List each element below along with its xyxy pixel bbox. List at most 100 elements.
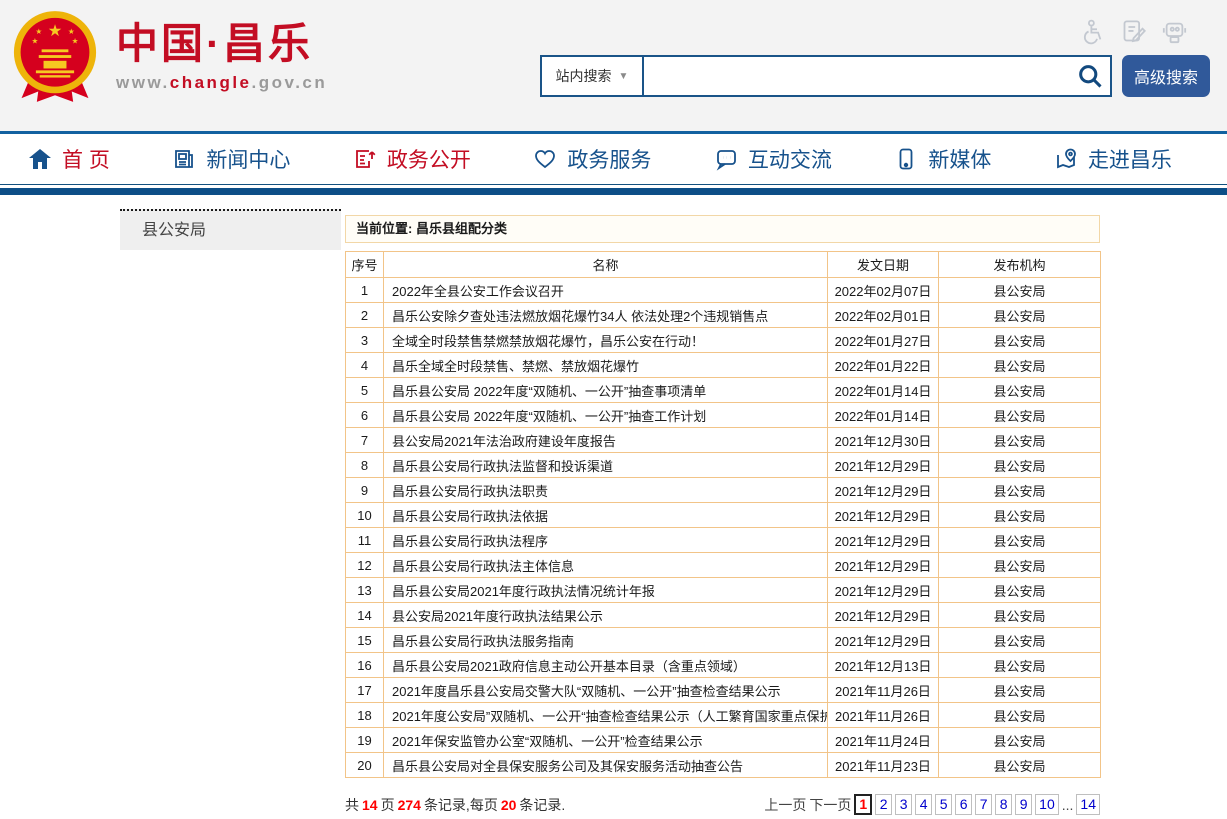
- document-link[interactable]: 县公安局2021年度行政执法结果公示: [392, 609, 603, 624]
- pagination-page-10[interactable]: 10: [1035, 794, 1059, 815]
- row-org: 县公安局: [939, 528, 1101, 553]
- row-number: 20: [346, 753, 384, 778]
- nav-item-news[interactable]: 新闻中心: [172, 144, 290, 174]
- document-link[interactable]: 昌乐县公安局2021年度行政执法情况统计年报: [392, 584, 655, 599]
- pagination-page-7[interactable]: 7: [975, 794, 992, 815]
- search-icon[interactable]: [1076, 62, 1104, 90]
- row-title-cell: 昌乐县公安局行政执法职责: [384, 478, 828, 503]
- nav-item-interaction[interactable]: 互动交流: [714, 144, 832, 174]
- table-row: 18 2021年度公安局”双随机、一公开“抽查检查结果公示（人工繁育国家重点保护.…: [346, 703, 1101, 728]
- row-org: 县公安局: [939, 303, 1101, 328]
- pagination-page-1[interactable]: 1: [854, 794, 872, 815]
- row-org: 县公安局: [939, 628, 1101, 653]
- row-org: 县公安局: [939, 553, 1101, 578]
- robot-icon[interactable]: [1161, 18, 1188, 45]
- advanced-search-button[interactable]: 高级搜索: [1122, 55, 1210, 97]
- svg-text:★: ★: [32, 37, 39, 46]
- document-link[interactable]: 昌乐县公安局行政执法监督和投诉渠道: [392, 459, 613, 474]
- pagination-ellipsis: ...: [1062, 797, 1074, 813]
- row-date: 2021年12月13日: [828, 653, 939, 678]
- pagination-page-3[interactable]: 3: [895, 794, 912, 815]
- pagination-page-14[interactable]: 14: [1076, 794, 1100, 815]
- pagination-page-2[interactable]: 2: [875, 794, 892, 815]
- row-title-cell: 2021年保安监管办公室“双随机、一公开”检查结果公示: [384, 728, 828, 753]
- table-row: 192021年保安监管办公室“双随机、一公开”检查结果公示2021年11月24日…: [346, 728, 1101, 753]
- document-link[interactable]: 昌乐县公安局 2022年度“双随机、一公开”抽查工作计划: [392, 409, 706, 424]
- document-link[interactable]: 昌乐公安除夕查处违法燃放烟花爆竹34人 依法处理2个违规销售点: [392, 309, 768, 324]
- main-nav: 首 页 新闻中心 政务公开 政务服务: [0, 131, 1227, 185]
- nav-item-gov-disclosure[interactable]: 政务公开: [353, 144, 471, 174]
- row-date: 2022年01月14日: [828, 378, 939, 403]
- document-link[interactable]: 昌乐县公安局行政执法职责: [392, 484, 548, 499]
- row-title-cell: 2022年全县公安工作会议召开: [384, 278, 828, 303]
- nav-item-new-media[interactable]: 新媒体: [894, 144, 991, 174]
- svg-text:★: ★: [48, 22, 63, 40]
- pagination-page-8[interactable]: 8: [995, 794, 1012, 815]
- table-row: 12昌乐县公安局行政执法主体信息2021年12月29日县公安局: [346, 553, 1101, 578]
- document-link[interactable]: 昌乐县公安局 2022年度“双随机、一公开”抽查事项清单: [392, 384, 706, 399]
- row-title-cell: 全域全时段禁售禁燃禁放烟花爆竹，昌乐公安在行动！: [384, 328, 828, 353]
- document-link[interactable]: 2022年全县公安工作会议召开: [392, 284, 564, 299]
- sidebar-item-county-police[interactable]: 县公安局: [120, 209, 341, 250]
- pagination-prev[interactable]: 上一页: [764, 795, 806, 815]
- table-row: 2昌乐公安除夕查处违法燃放烟花爆竹34人 依法处理2个违规销售点2022年02月…: [346, 303, 1101, 328]
- row-title-cell: 2021年度昌乐县公安局交警大队“双随机、一公开”抽查检查结果公示: [384, 678, 828, 703]
- edit-doc-icon[interactable]: [1120, 18, 1147, 45]
- row-date: 2021年12月30日: [828, 428, 939, 453]
- document-link[interactable]: 昌乐县公安局行政执法服务指南: [392, 634, 574, 649]
- row-org: 县公安局: [939, 328, 1101, 353]
- national-emblem-logo: ★ ★ ★ ★ ★: [12, 8, 98, 106]
- nav-item-gov-service[interactable]: 政务服务: [533, 144, 651, 174]
- row-number: 9: [346, 478, 384, 503]
- row-number: 15: [346, 628, 384, 653]
- document-link[interactable]: 2021年保安监管办公室“双随机、一公开”检查结果公示: [392, 734, 703, 749]
- breadcrumb: 当前位置: 昌乐县组配分类: [345, 215, 1100, 243]
- document-link[interactable]: 昌乐县公安局行政执法程序: [392, 534, 548, 549]
- nav-item-enter-changle[interactable]: 走进昌乐: [1054, 144, 1172, 174]
- table-row: 3全域全时段禁售禁燃禁放烟花爆竹，昌乐公安在行动！2022年01月27日县公安局: [346, 328, 1101, 353]
- row-date: 2021年12月29日: [828, 553, 939, 578]
- chevron-down-icon: ▼: [619, 71, 629, 82]
- document-link[interactable]: 昌乐县公安局2021政府信息主动公开基本目录（含重点领域）: [392, 659, 746, 674]
- row-org: 县公安局: [939, 603, 1101, 628]
- pagination-next[interactable]: 下一页: [809, 795, 851, 815]
- pagination: 上一页 下一页 12345678910...14: [764, 794, 1100, 815]
- document-link[interactable]: 昌乐县公安局行政执法主体信息: [392, 559, 574, 574]
- row-title-cell: 昌乐县公安局行政执法程序: [384, 528, 828, 553]
- total-records: 274: [398, 797, 421, 813]
- svg-text:★: ★: [35, 27, 42, 36]
- row-number: 7: [346, 428, 384, 453]
- row-org: 县公安局: [939, 428, 1101, 453]
- document-link[interactable]: 2021年度公安局”双随机、一公开“抽查检查结果公示（人工繁育国家重点保护...: [392, 709, 828, 724]
- table-row: 8昌乐县公安局行政执法监督和投诉渠道2021年12月29日县公安局: [346, 453, 1101, 478]
- search-input[interactable]: [642, 55, 1112, 97]
- pagination-page-5[interactable]: 5: [935, 794, 952, 815]
- accessibility-icon[interactable]: [1079, 18, 1106, 45]
- sidebar: 县公安局: [120, 209, 341, 250]
- nav-item-home[interactable]: 首 页: [28, 144, 110, 174]
- document-link[interactable]: 县公安局2021年法治政府建设年度报告: [392, 434, 616, 449]
- row-date: 2021年12月29日: [828, 603, 939, 628]
- document-link[interactable]: 昌乐全域全时段禁售、禁燃、禁放烟花爆竹: [392, 359, 639, 374]
- table-row: 11昌乐县公安局行政执法程序2021年12月29日县公安局: [346, 528, 1101, 553]
- pagination-page-4[interactable]: 4: [915, 794, 932, 815]
- col-header-date: 发文日期: [828, 252, 939, 278]
- pagination-page-6[interactable]: 6: [955, 794, 972, 815]
- pagination-pages: 12345678910...14: [854, 794, 1100, 815]
- documents-tbody: 12022年全县公安工作会议召开2022年02月07日县公安局2昌乐公安除夕查处…: [346, 278, 1101, 778]
- row-title-cell: 昌乐县公安局2021年度行政执法情况统计年报: [384, 578, 828, 603]
- search-scope-dropdown[interactable]: 站内搜索 ▼: [540, 55, 644, 97]
- row-number: 6: [346, 403, 384, 428]
- document-link[interactable]: 2021年度昌乐县公安局交警大队“双随机、一公开”抽查检查结果公示: [392, 684, 781, 699]
- row-number: 5: [346, 378, 384, 403]
- document-link[interactable]: 昌乐县公安局对全县保安服务公司及其保安服务活动抽查公告: [392, 759, 743, 774]
- row-title-cell: 昌乐县公安局对全县保安服务公司及其保安服务活动抽查公告: [384, 753, 828, 778]
- row-title-cell: 昌乐公安除夕查处违法燃放烟花爆竹34人 依法处理2个违规销售点: [384, 303, 828, 328]
- pagination-page-9[interactable]: 9: [1015, 794, 1032, 815]
- row-number: 18: [346, 703, 384, 728]
- row-date: 2021年11月23日: [828, 753, 939, 778]
- row-org: 县公安局: [939, 503, 1101, 528]
- row-title-cell: 县公安局2021年度行政执法结果公示: [384, 603, 828, 628]
- document-link[interactable]: 昌乐县公安局行政执法依据: [392, 509, 548, 524]
- document-link[interactable]: 全域全时段禁售禁燃禁放烟花爆竹，昌乐公安在行动！: [392, 334, 704, 349]
